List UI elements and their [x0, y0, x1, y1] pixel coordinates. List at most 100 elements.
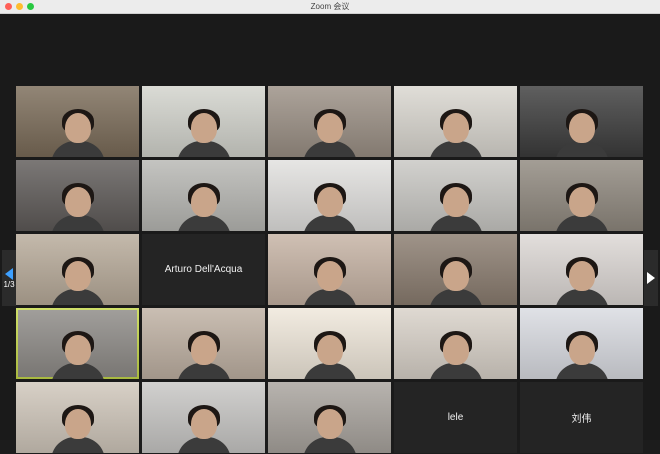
window-titlebar: Zoom 会议: [0, 0, 660, 14]
participant-name-tile[interactable]: lele: [394, 382, 517, 453]
participant-shoulders: [428, 289, 483, 305]
participant-head: [64, 409, 91, 439]
participant-avatar: [50, 107, 105, 157]
participant-avatar: [554, 255, 609, 305]
participant-name-tile[interactable]: 刘伟: [520, 382, 643, 453]
participant-head: [190, 409, 217, 439]
participant-video-tile[interactable]: [142, 86, 265, 157]
participant-shoulders: [50, 363, 105, 379]
participant-head: [442, 261, 469, 291]
participant-shoulders: [554, 363, 609, 379]
participant-video-tile[interactable]: [268, 308, 391, 379]
participant-avatar: [302, 329, 357, 379]
participant-shoulders: [176, 437, 231, 453]
participant-head: [316, 187, 343, 217]
participant-avatar: [50, 329, 105, 379]
participant-shoulders: [302, 437, 357, 453]
participant-avatar: [554, 329, 609, 379]
participant-shoulders: [428, 215, 483, 231]
next-page-button[interactable]: [644, 250, 658, 306]
participant-avatar: [428, 181, 483, 231]
participant-video-tile[interactable]: [16, 234, 139, 305]
participant-head: [316, 113, 343, 143]
participant-head: [568, 187, 595, 217]
participant-avatar: [302, 255, 357, 305]
participant-avatar: [302, 107, 357, 157]
participant-video-tile[interactable]: [394, 234, 517, 305]
participant-grid: Arturo Dell'Acqua lele 刘伟: [16, 86, 643, 454]
participant-avatar: [428, 255, 483, 305]
participant-video-tile[interactable]: [16, 86, 139, 157]
participant-avatar: [428, 329, 483, 379]
participant-video-tile[interactable]: [142, 160, 265, 231]
participant-avatar: [428, 107, 483, 157]
participant-video-tile[interactable]: [142, 308, 265, 379]
window-title: Zoom 会议: [310, 2, 350, 11]
participant-video-tile[interactable]: [520, 86, 643, 157]
participant-shoulders: [554, 289, 609, 305]
participant-video-tile[interactable]: [520, 234, 643, 305]
participant-head: [442, 113, 469, 143]
participant-head: [316, 261, 343, 291]
participant-head: [190, 187, 217, 217]
participant-name-label: 刘伟: [571, 414, 592, 425]
participant-video-tile[interactable]: [268, 234, 391, 305]
participant-name-label: lele: [447, 412, 464, 423]
participant-avatar: [50, 255, 105, 305]
participant-head: [316, 409, 343, 439]
participant-shoulders: [176, 215, 231, 231]
participant-avatar: [176, 107, 231, 157]
participant-video-tile[interactable]: [394, 160, 517, 231]
participant-head: [568, 335, 595, 365]
participant-shoulders: [428, 141, 483, 157]
chevron-left-icon: [5, 267, 13, 280]
participant-shoulders: [50, 141, 105, 157]
participant-head: [190, 113, 217, 143]
participant-video-tile[interactable]: [520, 308, 643, 379]
participant-avatar: [176, 329, 231, 379]
participant-video-tile[interactable]: [16, 382, 139, 453]
participant-video-tile[interactable]: [16, 160, 139, 231]
participant-avatar: [50, 403, 105, 453]
participant-shoulders: [302, 289, 357, 305]
participant-shoulders: [176, 141, 231, 157]
page-indicator: 1/3: [3, 279, 15, 289]
participant-head: [316, 335, 343, 365]
participant-head: [64, 335, 91, 365]
participant-shoulders: [302, 363, 357, 379]
participant-video-tile[interactable]: [268, 160, 391, 231]
participant-avatar: [302, 403, 357, 453]
participant-avatar: [50, 181, 105, 231]
participant-shoulders: [302, 141, 357, 157]
participant-shoulders: [50, 215, 105, 231]
participant-avatar: [176, 403, 231, 453]
chevron-right-icon: [647, 272, 655, 284]
participant-avatar: [554, 107, 609, 157]
participant-head: [442, 187, 469, 217]
participant-head: [568, 261, 595, 291]
participant-video-tile[interactable]: [394, 308, 517, 379]
participant-video-tile[interactable]: [520, 160, 643, 231]
participant-shoulders: [554, 141, 609, 157]
participant-shoulders: [428, 363, 483, 379]
participant-shoulders: [554, 215, 609, 231]
participant-shoulders: [50, 437, 105, 453]
participant-shoulders: [176, 363, 231, 379]
participant-video-tile[interactable]: [16, 308, 139, 379]
participant-head: [64, 261, 91, 291]
participant-head: [568, 113, 595, 143]
participant-name-tile[interactable]: Arturo Dell'Acqua: [142, 234, 265, 305]
participant-head: [190, 335, 217, 365]
previous-page-button[interactable]: 1/3: [2, 250, 16, 306]
participant-avatar: [176, 181, 231, 231]
participant-video-tile[interactable]: [142, 382, 265, 453]
participant-shoulders: [302, 215, 357, 231]
participant-video-tile[interactable]: [394, 86, 517, 157]
participant-head: [64, 187, 91, 217]
participant-shoulders: [50, 289, 105, 305]
participant-name-label: Arturo Dell'Acqua: [164, 264, 243, 275]
participant-video-tile[interactable]: [268, 86, 391, 157]
participant-video-tile[interactable]: [268, 382, 391, 453]
meeting-stage: 1/3 Arturo Dell'Acqua lele 刘伟: [0, 14, 660, 453]
participant-head: [442, 335, 469, 365]
